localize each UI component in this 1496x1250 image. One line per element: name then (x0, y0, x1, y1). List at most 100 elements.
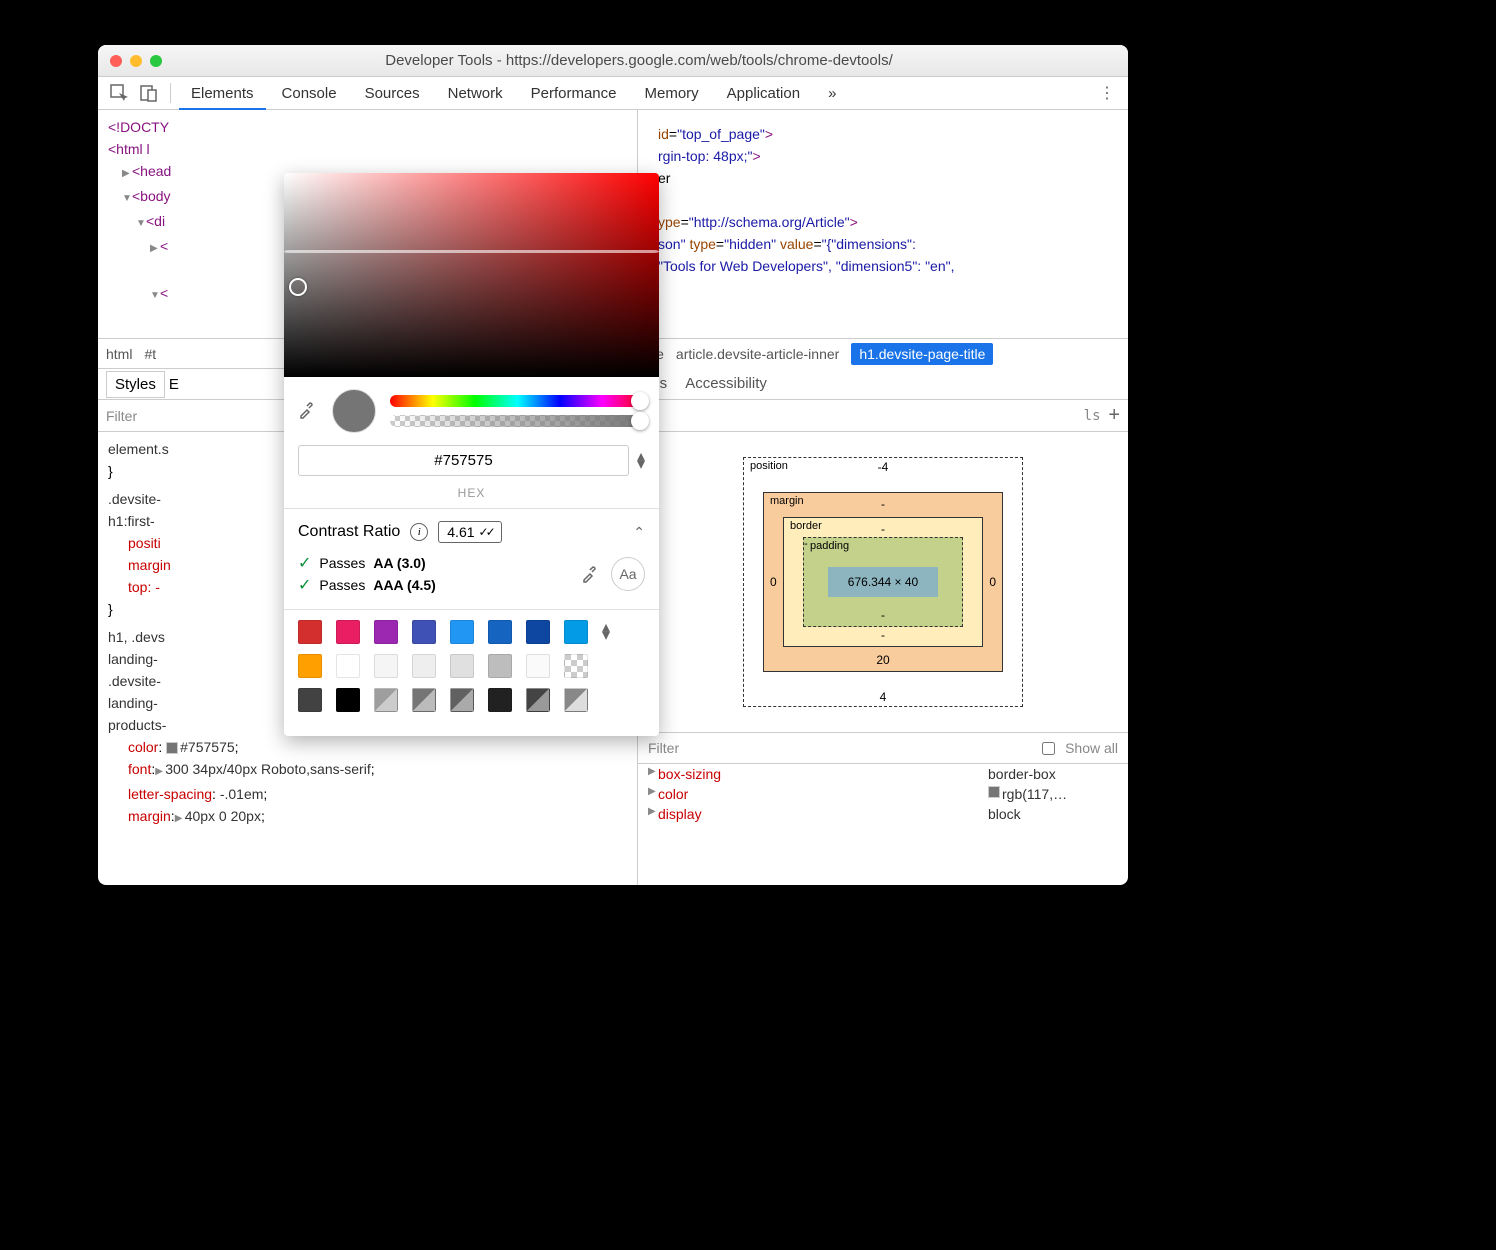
contrast-title: Contrast Ratio (298, 523, 400, 541)
computed-list[interactable]: ▶box-sizingborder-box ▶colorrgb(117,… ▶d… (638, 764, 1128, 885)
css-prop: top: - (128, 579, 160, 595)
palette-swatch[interactable] (298, 654, 322, 678)
tab-sources[interactable]: Sources (353, 77, 432, 110)
css-prop-ls: letter-spacing (128, 786, 212, 802)
doctype: <!DOCTY (108, 119, 169, 135)
more-icon[interactable]: ⋮ (1094, 80, 1120, 106)
palette-swatch[interactable] (488, 688, 512, 712)
format-toggle-icon[interactable]: ▴▾ (637, 453, 645, 469)
tab-elements[interactable]: Elements (179, 77, 266, 110)
text-sample-icon[interactable]: Aa (611, 557, 645, 591)
tab-accessibility[interactable]: Accessibility (685, 375, 767, 392)
device-toggle-icon[interactable] (136, 80, 162, 106)
hex-input[interactable] (298, 445, 629, 476)
body-tag: <body (132, 188, 171, 204)
css-prop-margin: margin (128, 808, 171, 824)
palette-swatch[interactable] (450, 688, 474, 712)
palette-swatch[interactable] (412, 688, 436, 712)
dom-frag: rgin-top: 48px;"> (658, 145, 954, 167)
toolbar: Elements Console Sources Network Perform… (98, 77, 1128, 110)
css-prop-color: color (128, 739, 158, 755)
bc-html[interactable]: html (106, 346, 132, 362)
tab-performance[interactable]: Performance (519, 77, 629, 110)
spectrum[interactable] (284, 173, 659, 377)
add-rule-icon[interactable]: + (1108, 404, 1120, 427)
minimize-icon[interactable] (130, 55, 142, 67)
palette-swatch[interactable] (526, 688, 550, 712)
bg-eyedropper-icon[interactable] (581, 563, 601, 586)
styles-filter[interactable]: Filter (106, 408, 137, 424)
hov-cls-row: ls + (638, 400, 1128, 432)
tab-memory[interactable]: Memory (633, 77, 711, 110)
palette-swatch[interactable] (564, 654, 588, 678)
inspect-icon[interactable] (106, 80, 132, 106)
right-subtabs: ies Accessibility (638, 368, 1128, 400)
collapse-icon[interactable]: ⌃ (633, 524, 645, 541)
color-swatch-icon[interactable] (166, 742, 178, 754)
element-style: element.s (108, 441, 169, 457)
palette-swatch[interactable] (336, 688, 360, 712)
palette-swatch[interactable] (374, 688, 398, 712)
css-prop-font: font (128, 761, 151, 777)
check-icon: ✓ (298, 553, 311, 573)
palette-swatch[interactable] (336, 654, 360, 678)
tab-console[interactable]: Console (270, 77, 349, 110)
spectrum-handle-icon[interactable] (289, 278, 307, 296)
palette-swatch[interactable] (526, 654, 550, 678)
palette-swatch[interactable] (336, 620, 360, 644)
palette-swatch[interactable] (450, 654, 474, 678)
palette: ▴▾ (284, 609, 659, 736)
tab-overflow-icon[interactable]: » (816, 77, 848, 110)
bc-h1[interactable]: h1.devsite-page-title (851, 343, 993, 365)
dom-frag: er (658, 167, 954, 189)
palette-swatch[interactable] (488, 620, 512, 644)
palette-swatch[interactable] (374, 654, 398, 678)
showall-checkbox[interactable] (1042, 742, 1055, 755)
palette-swatch[interactable] (488, 654, 512, 678)
contrast-section: Contrast Ratio i 4.61✓✓ ⌃ ✓Passes AA (3.… (284, 508, 659, 609)
palette-toggle-icon[interactable]: ▴▾ (602, 624, 610, 640)
alpha-slider[interactable] (390, 415, 645, 427)
hue-handle-icon[interactable] (631, 392, 649, 410)
dom-frag: id="top_of_page"> (658, 123, 954, 145)
css-prop: positi (128, 535, 161, 551)
showall-label: Show all (1065, 740, 1118, 756)
dom-frag: son" type="hidden" value="{"dimensions": (658, 233, 954, 255)
palette-swatch[interactable] (564, 688, 588, 712)
check-icon: ✓ (298, 575, 311, 595)
palette-swatch[interactable] (564, 620, 588, 644)
palette-swatch[interactable] (298, 620, 322, 644)
bc-1[interactable]: #t (144, 346, 156, 362)
computed-filter[interactable]: Filter (648, 740, 679, 756)
tab-styles[interactable]: Styles (106, 371, 165, 398)
palette-swatch[interactable] (412, 620, 436, 644)
box-model: position -4 4 margin - 20 0 0 border - -… (638, 432, 1128, 732)
hue-slider[interactable] (390, 395, 645, 407)
head-tag: <head (132, 163, 171, 179)
tab-network[interactable]: Network (436, 77, 515, 110)
palette-swatch[interactable] (298, 688, 322, 712)
contrast-ratio: 4.61✓✓ (438, 521, 501, 543)
computed-filter-row: Filter Show all (638, 732, 1128, 764)
hex-label: HEX (284, 486, 659, 508)
devtools-window: Developer Tools - https://developers.goo… (98, 45, 1128, 885)
eyedropper-icon[interactable] (298, 399, 318, 424)
alpha-handle-icon[interactable] (631, 412, 649, 430)
tab-application[interactable]: Application (715, 77, 812, 110)
titlebar: Developer Tools - https://developers.goo… (98, 45, 1128, 77)
div-tag: <di (146, 213, 165, 229)
info-icon[interactable]: i (410, 523, 428, 541)
close-icon[interactable] (110, 55, 122, 67)
palette-swatch[interactable] (450, 620, 474, 644)
color-picker: ▴▾ HEX Contrast Ratio i 4.61✓✓ ⌃ ✓Passes… (284, 173, 659, 736)
palette-swatch[interactable] (526, 620, 550, 644)
bm-content: 676.344 × 40 (828, 567, 938, 597)
tab-events[interactable]: E (169, 376, 179, 393)
traffic-lights (110, 55, 162, 67)
breadcrumb-right: cle article.devsite-article-inner h1.dev… (638, 338, 1128, 368)
palette-swatch[interactable] (412, 654, 436, 678)
palette-swatch[interactable] (374, 620, 398, 644)
dom-frag: ype="http://schema.org/Article"> (658, 211, 954, 233)
bc-article[interactable]: article.devsite-article-inner (676, 346, 839, 362)
maximize-icon[interactable] (150, 55, 162, 67)
